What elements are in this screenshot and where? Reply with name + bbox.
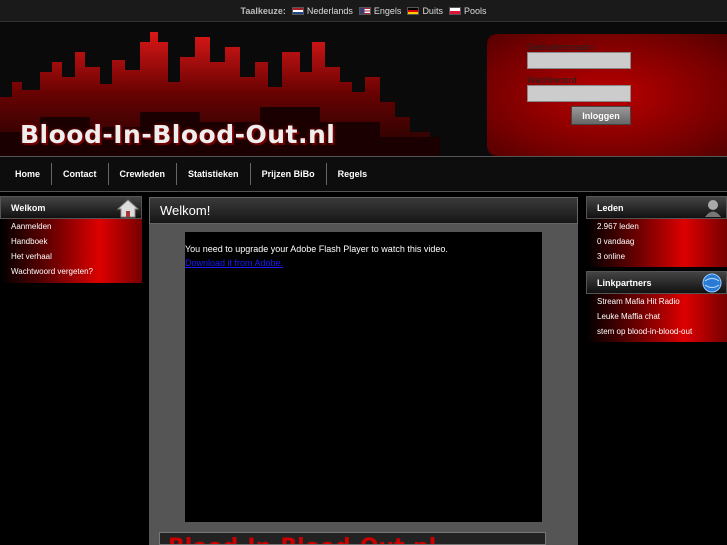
stat-leden: 2.967 leden [597, 222, 639, 231]
lang-engels[interactable]: Engels [358, 6, 401, 16]
welkom-body: Aanmelden Handboek Het verhaal Wachtwoor… [0, 219, 142, 283]
leden-title: Leden [597, 202, 624, 213]
nav-crewleden[interactable]: Crewleden [109, 163, 178, 185]
nav-prijzen[interactable]: Prijzen BiBo [251, 163, 327, 185]
link-wachtwoord-vergeten[interactable]: Wachtwoord vergeten? [11, 267, 93, 276]
nav-home[interactable]: Home [4, 163, 53, 185]
linkpartners-body: Stream Mafia Hit Radio Leuke Maffia chat… [586, 294, 727, 342]
flash-video-area: You need to upgrade your Adobe Flash Pla… [185, 232, 542, 522]
login-button[interactable]: Inloggen [571, 106, 631, 125]
flag-de-icon [407, 6, 420, 15]
nav-contact[interactable]: Contact [52, 163, 109, 185]
main-title-bar: Welkom! [149, 197, 578, 224]
login-box: Gebruikersnaam Wachtwoord Inloggen [487, 34, 727, 156]
bottom-banner: Blood-In-Blood-Out.nl [159, 532, 546, 545]
flag-pl-icon [448, 6, 461, 15]
linkpartners-title: Linkpartners [597, 277, 652, 288]
house-icon [117, 199, 139, 218]
flash-message: You need to upgrade your Adobe Flash Pla… [185, 244, 448, 254]
lang-pools[interactable]: Pools [448, 6, 486, 16]
username-input[interactable] [527, 52, 631, 69]
globe-icon [702, 273, 722, 293]
welkom-title: Welkom [11, 202, 46, 213]
site-logo[interactable]: Blood-In-Blood-Out.nl [20, 120, 335, 149]
link-maffia-chat[interactable]: Leuke Maffia chat [597, 312, 660, 321]
username-label: Gebruikersnaam [527, 42, 594, 52]
linkpartners-header: Linkpartners [586, 271, 727, 294]
link-stream-mafia[interactable]: Stream Mafia Hit Radio [597, 297, 680, 306]
stat-online: 3 online [597, 252, 626, 261]
nav-statistieken[interactable]: Statistieken [177, 163, 251, 185]
link-stem-op[interactable]: stem op blood-in-blood-out [597, 327, 692, 336]
banner-text: Blood-In-Blood-Out.nl [168, 535, 436, 544]
link-handboek[interactable]: Handboek [11, 237, 47, 246]
language-bar: Taalkeuze: Nederlands Engels Duits Pools [0, 0, 727, 22]
flag-nl-icon [291, 6, 304, 15]
main-nav: Home Contact Crewleden Statistieken Prij… [0, 156, 727, 192]
language-label: Taalkeuze: [240, 5, 286, 16]
member-icon [705, 200, 721, 217]
password-label: Wachtwoord [527, 75, 577, 85]
nav-regels[interactable]: Regels [327, 163, 379, 185]
lang-nederlands[interactable]: Nederlands [291, 6, 353, 16]
password-input[interactable] [527, 85, 631, 102]
welkom-header: Welkom [0, 196, 142, 219]
link-aanmelden[interactable]: Aanmelden [11, 222, 51, 231]
leden-body: 2.967 leden 0 vandaag 3 online [586, 219, 727, 267]
page-title: Welkom! [160, 203, 211, 218]
link-het-verhaal[interactable]: Het verhaal [11, 252, 52, 261]
leden-header: Leden [586, 196, 727, 219]
flash-download-link[interactable]: Download it from Adobe. [185, 258, 283, 268]
flag-en-icon [358, 6, 371, 15]
lang-duits[interactable]: Duits [407, 6, 443, 16]
stat-vandaag: 0 vandaag [597, 237, 635, 246]
